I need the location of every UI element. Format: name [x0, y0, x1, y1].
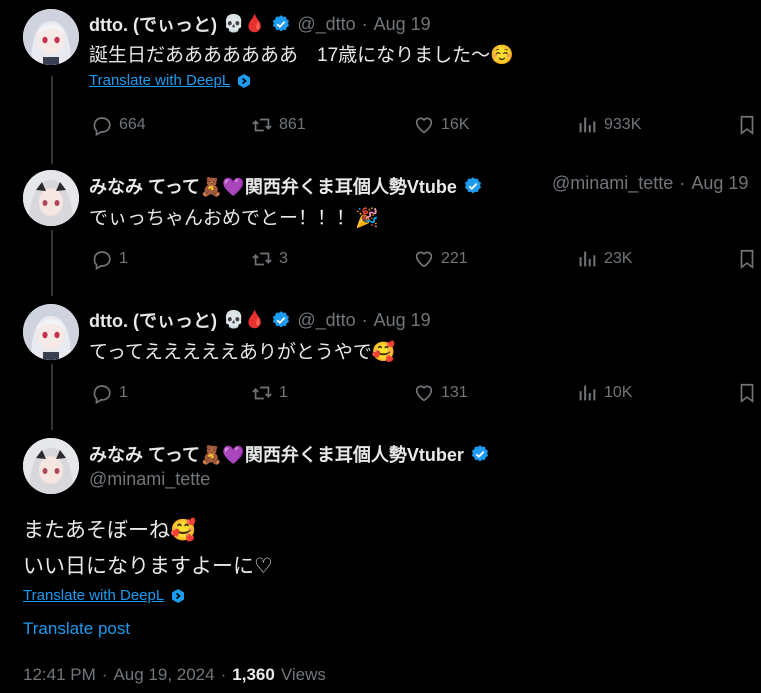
tweet-date[interactable]: Aug 19 — [374, 310, 431, 331]
views-chart-icon — [579, 251, 596, 267]
thread-line — [51, 230, 53, 296]
views-chart-icon — [579, 385, 596, 401]
retweet-count: 861 — [279, 116, 306, 133]
views-count: 1,360 — [232, 665, 275, 684]
heart-icon — [415, 117, 433, 134]
reply-button[interactable]: 664 — [91, 114, 146, 136]
retweet-icon — [252, 386, 272, 400]
verified-badge-icon[interactable] — [271, 310, 291, 330]
author-handle[interactable]: @_dtto — [297, 310, 355, 331]
separator-dot: · — [361, 13, 368, 34]
author-name[interactable]: dtto. (でぃっと) — [89, 11, 217, 37]
thread-line — [51, 76, 53, 164]
post-time[interactable]: 12:41 PM — [23, 665, 96, 685]
like-button[interactable]: 221 — [413, 248, 468, 270]
heart-icon — [415, 385, 433, 402]
verified-badge-icon[interactable] — [463, 176, 483, 196]
author-handle[interactable]: @minami_tette — [89, 469, 210, 490]
bookmark-icon — [740, 115, 754, 135]
avatar-image — [23, 438, 79, 494]
tweet-text-line-2: いい日になりますよーに♡ — [23, 555, 273, 578]
reply-button[interactable]: 1 — [91, 382, 128, 404]
verified-badge-icon[interactable] — [470, 444, 490, 464]
deepl-icon — [238, 73, 251, 88]
views-button[interactable]: 10K — [576, 382, 632, 404]
skull-drop-emojis: 💀🩸 — [222, 310, 266, 329]
reply-icon — [93, 385, 111, 404]
separator-dot: · — [361, 309, 368, 330]
views-button[interactable]: 933K — [576, 114, 641, 136]
avatar[interactable] — [23, 9, 79, 65]
views-count: 23K — [604, 250, 633, 267]
reply-count: 664 — [119, 116, 146, 133]
views-chart-icon — [579, 117, 596, 133]
deepl-icon — [172, 588, 185, 603]
retweet-button[interactable]: 1 — [251, 382, 288, 404]
skull-drop-emojis: 💀🩸 — [222, 14, 266, 33]
bookmark-icon — [740, 249, 754, 269]
reply-icon — [93, 251, 111, 270]
bookmark-button[interactable] — [736, 248, 758, 270]
author-name[interactable]: みなみ てって🧸💜関西弁くま耳個人勢Vtube — [89, 173, 457, 199]
retweet-icon — [252, 252, 272, 266]
like-count: 131 — [441, 384, 468, 401]
thread-line — [51, 364, 53, 430]
separator-dot: · — [101, 665, 108, 684]
translate-with-deepl-link[interactable]: Translate with DeepL — [89, 72, 230, 89]
views-button[interactable]: 23K — [576, 248, 632, 270]
like-button[interactable]: 16K — [413, 114, 469, 136]
tweet-text-line-1: またあそぼーね🥰 — [23, 519, 197, 542]
like-count: 16K — [441, 116, 470, 133]
reply-icon — [93, 117, 111, 136]
tweet-date[interactable]: Aug 19 — [691, 173, 748, 194]
avatar-image — [23, 304, 79, 360]
views-count: 10K — [604, 384, 633, 401]
bookmark-button[interactable] — [736, 382, 758, 404]
avatar[interactable] — [23, 438, 79, 494]
avatar[interactable] — [23, 170, 79, 226]
retweet-count: 3 — [279, 250, 288, 267]
views-label: Views — [280, 665, 326, 684]
like-count: 221 — [441, 250, 468, 267]
retweet-icon — [252, 118, 272, 132]
author-handle[interactable]: @_dtto — [297, 14, 355, 35]
translate-post-link[interactable]: Translate post — [23, 619, 130, 639]
tweet-date[interactable]: Aug 19 — [374, 14, 431, 35]
retweet-button[interactable]: 861 — [251, 114, 306, 136]
author-name[interactable]: みなみ てって🧸💜関西弁くま耳個人勢Vtuber — [89, 441, 464, 467]
tweet-text: 誕生日だあああああああ 17歳になりました〜☺️ — [89, 45, 514, 66]
reply-count: 1 — [119, 250, 128, 267]
verified-badge-icon[interactable] — [271, 14, 291, 34]
post-date[interactable]: Aug 19, 2024 — [113, 665, 214, 685]
author-handle[interactable]: @minami_tette — [552, 173, 673, 194]
avatar-image — [23, 9, 79, 65]
avatar-image — [23, 170, 79, 226]
bookmark-button[interactable] — [736, 114, 758, 136]
avatar[interactable] — [23, 304, 79, 360]
reply-count: 1 — [119, 384, 128, 401]
separator-dot: · — [679, 173, 686, 193]
bookmark-icon — [740, 383, 754, 403]
views-count: 933K — [604, 116, 642, 133]
separator-dot: · — [220, 665, 227, 684]
author-name[interactable]: dtto. (でぃっと) — [89, 307, 217, 333]
retweet-count: 1 — [279, 384, 288, 401]
tweet-text: でぃっちゃんおめでとー！！！🎉 — [89, 208, 379, 229]
heart-icon — [415, 251, 433, 268]
retweet-button[interactable]: 3 — [251, 248, 288, 270]
like-button[interactable]: 131 — [413, 382, 468, 404]
reply-button[interactable]: 1 — [91, 248, 128, 270]
translate-with-deepl-link[interactable]: Translate with DeepL — [23, 587, 164, 604]
tweet-text: てってえええええありがとうやで🥰 — [89, 342, 396, 363]
